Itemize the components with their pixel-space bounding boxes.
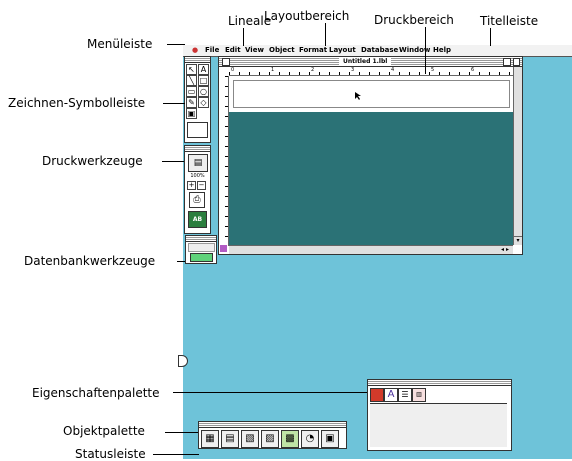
title-bar[interactable]: Untitled 1.lbl xyxy=(219,57,522,67)
menu-file[interactable]: File xyxy=(205,45,219,56)
leader-line xyxy=(162,161,184,162)
database-merge-icon[interactable]: AB xyxy=(188,211,207,228)
text-tool-icon[interactable]: A xyxy=(198,64,209,75)
leader-line xyxy=(490,28,491,46)
arrow-tool-icon[interactable]: ↖ xyxy=(186,64,197,75)
object-palette: ▦ ▤ ▧ ▨ ▩ ◔ ▣ xyxy=(198,421,347,449)
database-nav-buttons[interactable] xyxy=(188,243,215,252)
frame-object-icon[interactable]: ▣ xyxy=(321,430,339,448)
leader-line xyxy=(163,103,185,104)
serial-object-icon[interactable]: ▧ xyxy=(241,430,259,448)
properties-palette: A ☰ ▥ xyxy=(367,379,512,451)
scroll-down-arrow[interactable]: ▾ xyxy=(514,236,522,245)
menu-object[interactable]: Object xyxy=(269,45,295,56)
print-tools-palette: ▤ 100% + − ⎙ AB xyxy=(184,145,211,234)
horizontal-ruler: 0 1 2 3 4 5 6 xyxy=(229,67,513,76)
callout-menueleiste: Menüleiste xyxy=(87,37,153,51)
preview-icon[interactable]: ⎙ xyxy=(189,192,205,208)
pencil-tool-icon[interactable]: ✎ xyxy=(186,97,197,108)
zoom-level: 100% xyxy=(190,173,205,179)
properties-content xyxy=(370,403,507,447)
database-field-button[interactable] xyxy=(190,253,213,262)
rectangle-tool-icon[interactable]: □ xyxy=(198,75,209,86)
apple-icon[interactable]: ● xyxy=(192,45,198,56)
ruler-mark: 4 xyxy=(391,67,395,73)
callout-druckbereich: Druckbereich xyxy=(374,13,454,27)
callout-druckwerkzeuge: Druckwerkzeuge xyxy=(42,154,143,168)
menu-layout[interactable]: Layout xyxy=(329,45,356,56)
leader-line xyxy=(165,432,198,433)
print-icon[interactable]: ▤ xyxy=(188,154,208,172)
document-window: Untitled 1.lbl 0 1 2 3 4 5 6 ▾ ◂ ▸ xyxy=(218,56,523,255)
zoom-in-button[interactable]: + xyxy=(187,181,196,190)
menu-database[interactable]: Database xyxy=(361,45,398,56)
menu-format[interactable]: Format xyxy=(299,45,327,56)
callout-titelleiste: Titelleiste xyxy=(480,14,539,28)
horizontal-scrollbar[interactable]: ◂ ▸ xyxy=(229,245,513,254)
database-tools-palette xyxy=(185,235,217,264)
menu-help[interactable]: Help xyxy=(433,45,451,56)
vertical-ruler xyxy=(219,76,229,246)
barcode-object-icon[interactable]: ▦ xyxy=(201,430,219,448)
paint-icon[interactable] xyxy=(370,388,384,402)
status-bar xyxy=(183,452,572,459)
callout-zeichnen: Zeichnen-Symbolleiste xyxy=(8,96,146,110)
print-area[interactable] xyxy=(233,80,510,108)
insert-object-icon[interactable]: ▩ xyxy=(281,430,299,448)
vertical-scrollbar[interactable]: ▾ xyxy=(513,67,522,245)
cursor-icon xyxy=(355,92,361,100)
ruler-mark: 0 xyxy=(231,67,235,73)
ruler-mark: 1 xyxy=(271,67,275,73)
scroll-arrows[interactable]: ◂ ▸ xyxy=(497,246,513,254)
ruler-mark: 3 xyxy=(351,67,355,73)
leader-line xyxy=(153,454,199,455)
leader-line xyxy=(425,27,426,74)
zoom-box[interactable] xyxy=(503,58,511,66)
callout-eigenschaften: Eigenschaftenpalette xyxy=(32,386,160,400)
window-title: Untitled 1.lbl xyxy=(339,57,392,66)
leader-line xyxy=(325,23,326,46)
image-object-icon[interactable]: ▨ xyxy=(261,430,279,448)
drawing-toolbar: ↖ A ╲ □ ▭ ○ ✎ ◇ ▣ xyxy=(184,56,211,143)
callout-objektpalette: Objektpalette xyxy=(63,424,145,438)
ruler-mark: 2 xyxy=(311,67,315,73)
menu-edit[interactable]: Edit xyxy=(225,45,241,56)
ruler-mark: 6 xyxy=(471,67,475,73)
date-object-icon[interactable]: ▤ xyxy=(221,430,239,448)
leader-line xyxy=(177,261,185,262)
leader-line xyxy=(243,28,244,46)
leader-line xyxy=(173,392,367,393)
zoom-out-button[interactable]: − xyxy=(197,181,206,190)
menu-view[interactable]: View xyxy=(245,45,264,56)
collapse-box[interactable] xyxy=(513,58,520,66)
frame-tool-icon[interactable]: ▣ xyxy=(186,108,197,119)
rounded-rect-tool-icon[interactable]: ▭ xyxy=(186,86,197,97)
page-indicator[interactable] xyxy=(220,245,227,252)
ruler-mark: 5 xyxy=(431,67,435,73)
text-align-icon[interactable]: ☰ xyxy=(398,388,412,402)
polygon-tool-icon[interactable]: ◇ xyxy=(198,97,209,108)
layout-area[interactable] xyxy=(229,112,513,246)
leader-line xyxy=(167,44,185,45)
barcode-icon[interactable]: ▥ xyxy=(412,388,426,402)
callout-datenbank: Datenbankwerkzeuge xyxy=(24,254,156,268)
oval-tool-icon[interactable]: ○ xyxy=(198,86,209,97)
close-box[interactable] xyxy=(222,58,230,66)
color-swatch[interactable] xyxy=(187,122,208,138)
clock-object-icon[interactable]: ◔ xyxy=(301,430,319,448)
line-tool-icon[interactable]: ╲ xyxy=(186,75,197,86)
font-icon[interactable]: A xyxy=(384,388,398,402)
callout-layoutbereich: Layoutbereich xyxy=(264,9,350,23)
